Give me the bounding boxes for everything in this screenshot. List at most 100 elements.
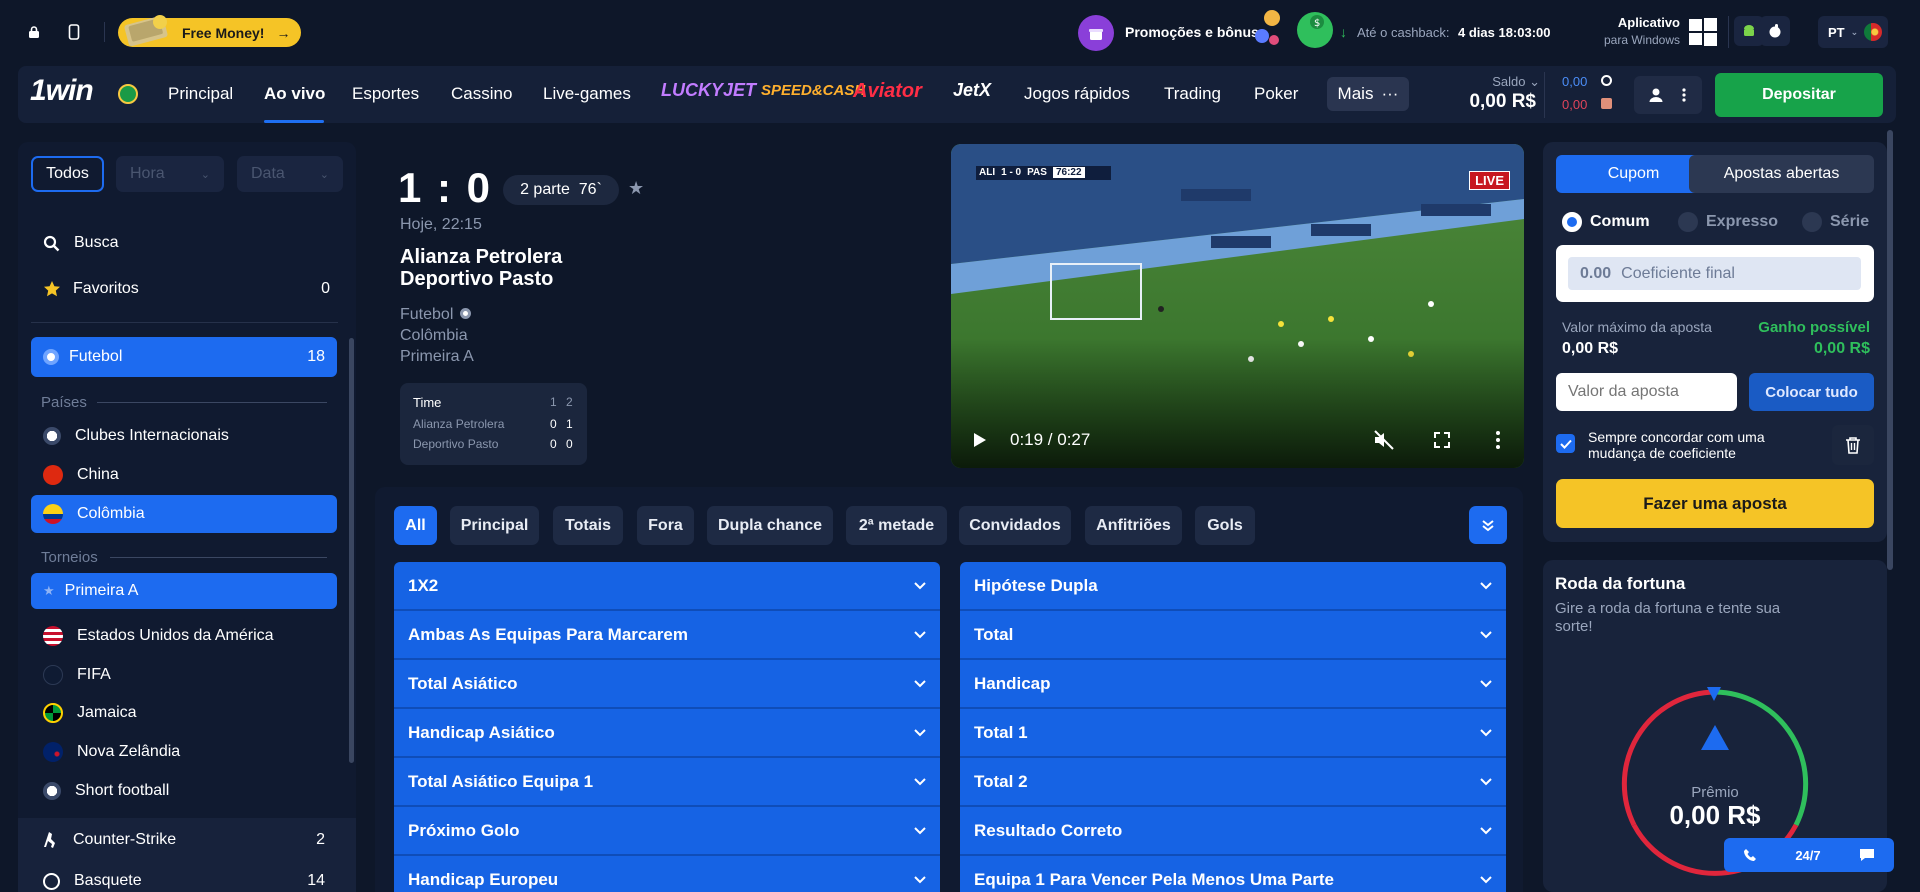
chevron-down-icon: ⌄ <box>1850 26 1859 37</box>
market-row[interactable]: Total 1 <box>960 709 1506 758</box>
fullscreen-icon[interactable] <box>1434 432 1450 448</box>
bonus-casino-value: 0,00 <box>1562 74 1588 89</box>
gift-icon[interactable] <box>1078 15 1114 51</box>
market-row[interactable]: Handicap Europeu <box>394 856 940 892</box>
country-new-zealand[interactable]: Nova Zelândia <box>31 732 337 772</box>
favorite-star-icon[interactable]: ★ <box>628 178 644 199</box>
market-row[interactable]: Equipa 1 Para Vencer Pela Menos Uma Part… <box>960 856 1506 892</box>
chat-icon[interactable] <box>1859 848 1875 862</box>
country-china[interactable]: China <box>31 455 337 495</box>
market-tab-totais[interactable]: Totais <box>553 506 623 545</box>
country-short-football[interactable]: Short football <box>31 771 337 811</box>
saldo-label-row[interactable]: Saldo ⌄ <box>1470 74 1540 90</box>
page-scrollbar[interactable] <box>1887 130 1893 570</box>
market-row[interactable]: 1X2 <box>394 562 940 611</box>
mute-icon[interactable] <box>1373 430 1395 450</box>
market-tab-fora[interactable]: Fora <box>637 506 694 545</box>
market-tab-dupla-chance[interactable]: Dupla chance <box>707 506 833 545</box>
country-clubes-internacionais[interactable]: Clubes Internacionais <box>31 416 337 456</box>
market-label: Resultado Correto <box>974 820 1123 840</box>
nav-esportes[interactable]: Esportes <box>352 84 419 104</box>
lock-icon[interactable] <box>19 17 49 47</box>
bet-type-expresso[interactable]: Expresso <box>1678 212 1778 232</box>
nav-aviator[interactable]: Aviator <box>853 80 922 103</box>
market-tab-anfitrioes[interactable]: Anfitriões <box>1085 506 1182 545</box>
mobile-icon[interactable] <box>59 17 89 47</box>
chevron-down-icon <box>1480 630 1492 639</box>
nav-poker[interactable]: Poker <box>1254 84 1298 104</box>
bet-type-comum[interactable]: Comum <box>1562 212 1650 232</box>
nav-cassino[interactable]: Cassino <box>451 84 512 104</box>
cashback-icon[interactable]: $ <box>1297 12 1333 48</box>
chevron-down-icon <box>914 581 926 590</box>
tournament-primeira-a[interactable]: ★ Primeira A <box>31 573 337 609</box>
nav-live-games[interactable]: Live-games <box>543 84 631 104</box>
play-icon[interactable] <box>973 432 987 448</box>
market-row[interactable]: Handicap <box>960 660 1506 709</box>
nav-luckyjet[interactable]: LUCKYJET <box>661 80 756 101</box>
nav-jogos-rapidos[interactable]: Jogos rápidos <box>1024 84 1130 104</box>
nav-more-button[interactable]: Mais ··· <box>1327 77 1409 111</box>
live-video-player[interactable]: ALI 1 - 0 PAS 76:22 LIVE 0:19 / 0:27 <box>951 144 1524 468</box>
market-row[interactable]: Próximo Golo <box>394 807 940 856</box>
market-row[interactable]: Total 2 <box>960 758 1506 807</box>
market-row[interactable]: Total <box>960 611 1506 660</box>
tab-open-bets[interactable]: Apostas abertas <box>1689 155 1874 193</box>
bet-type-serie[interactable]: Série <box>1802 212 1869 232</box>
search-button[interactable]: Busca <box>31 223 338 263</box>
windows-icon[interactable] <box>1688 17 1718 47</box>
place-bet-button[interactable]: Fazer uma aposta <box>1556 479 1874 528</box>
language-selector[interactable]: PT ⌄ <box>1818 16 1888 48</box>
market-tab-2a-metade[interactable]: 2ª metade <box>846 506 947 545</box>
place-all-button[interactable]: Colocar tudo <box>1749 373 1874 411</box>
nav-ao-vivo[interactable]: Ao vivo <box>264 84 325 104</box>
sport-counter-strike[interactable]: Counter-Strike 2 <box>31 820 337 860</box>
favorites-item[interactable]: Favoritos 0 <box>31 269 338 309</box>
profile-button[interactable] <box>1634 76 1702 114</box>
deposit-button[interactable]: Depositar <box>1715 73 1883 117</box>
market-row[interactable]: Total Asiático <box>394 660 940 709</box>
market-row[interactable]: Resultado Correto <box>960 807 1506 856</box>
market-tab-principal[interactable]: Principal <box>450 506 539 545</box>
divider <box>1728 16 1729 48</box>
country-colombia[interactable]: Colômbia <box>31 495 337 533</box>
filter-date-select[interactable]: Data ⌄ <box>237 156 343 192</box>
clear-betslip-button[interactable] <box>1832 425 1874 465</box>
sidebar-scrollbar[interactable] <box>349 338 354 763</box>
country-usa[interactable]: Estados Unidos da América <box>31 616 337 656</box>
market-tab-gols[interactable]: Gols <box>1195 506 1255 545</box>
country-label: Estados Unidos da América <box>77 627 274 644</box>
logo[interactable]: 1win <box>30 74 94 108</box>
country-fifa[interactable]: FIFA <box>31 655 337 695</box>
market-row[interactable]: Total Asiático Equipa 1 <box>394 758 940 807</box>
market-row[interactable]: Hipótese Dupla <box>960 562 1506 611</box>
sport-basquete[interactable]: Basquete 14 <box>31 861 337 892</box>
apple-icon[interactable] <box>1760 16 1790 46</box>
nav-jetx[interactable]: JetX <box>953 80 991 101</box>
phone-icon[interactable] <box>1743 848 1757 862</box>
market-tab-convidados[interactable]: Convidados <box>959 506 1071 545</box>
nav-speed-cash[interactable]: SPEED&CASH <box>761 82 865 99</box>
market-row[interactable]: Handicap Asiático <box>394 709 940 758</box>
video-menu-icon[interactable] <box>1496 431 1500 449</box>
filter-hour-select[interactable]: Hora ⌄ <box>116 156 224 192</box>
possible-win-value: 0,00 R$ <box>1813 340 1870 357</box>
country-jamaica[interactable]: Jamaica <box>31 693 337 733</box>
market-row[interactable]: Ambas As Equipas Para Marcarem <box>394 611 940 660</box>
promo-label[interactable]: Promoções e bônus <box>1125 24 1259 40</box>
nav-principal[interactable]: Principal <box>168 84 233 104</box>
bonus-sport-value: 0,00 <box>1562 97 1588 112</box>
filter-all-button[interactable]: Todos <box>31 156 104 192</box>
stake-input[interactable] <box>1556 373 1737 411</box>
expand-all-button[interactable] <box>1469 506 1507 544</box>
filter-hour-label: Hora <box>130 165 165 182</box>
score-table-cell: 1 <box>566 417 573 431</box>
market-tab-all[interactable]: All <box>394 506 437 545</box>
star-icon <box>44 281 60 297</box>
support-widget[interactable]: 24/7 <box>1724 838 1894 872</box>
app-title[interactable]: Aplicativo <box>1590 15 1680 30</box>
nav-trading[interactable]: Trading <box>1164 84 1221 104</box>
sport-futebol[interactable]: Futebol 18 <box>31 337 337 377</box>
tab-coupon[interactable]: Cupom <box>1556 155 1711 193</box>
agree-checkbox[interactable] <box>1556 434 1575 453</box>
